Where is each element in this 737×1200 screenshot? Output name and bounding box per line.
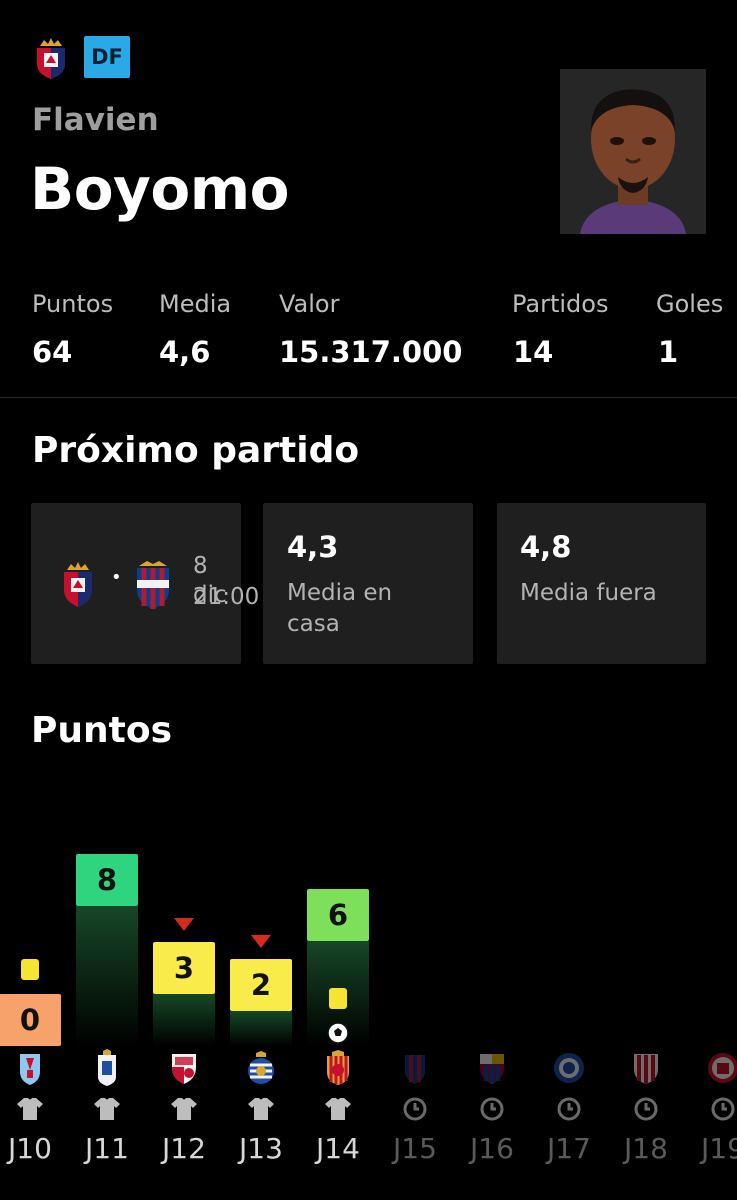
- barcelona-crest-icon: [472, 1048, 512, 1088]
- stat-value-valor: 15.317.000: [279, 335, 463, 369]
- club-crest-icon: [32, 36, 70, 80]
- points-bar[interactable]: 2: [230, 959, 292, 1011]
- next-match-card[interactable]: • 8 dic 21:00: [31, 503, 259, 664]
- stat-value-partidos: 14: [513, 335, 554, 369]
- goal-icon: [327, 1022, 349, 1048]
- stat-value-puntos: 64: [32, 335, 73, 369]
- stat-value-goles: 1: [658, 335, 679, 369]
- round-label-j13[interactable]: J13: [223, 1132, 299, 1165]
- levante-crest-icon: [395, 1048, 435, 1088]
- away-average-card: 4,8 Media fuera: [497, 503, 706, 664]
- points-bar[interactable]: 8: [76, 854, 138, 906]
- points-bar[interactable]: 3: [153, 941, 215, 994]
- round-label-j17[interactable]: J17: [531, 1132, 607, 1165]
- shirt-icon: [323, 1094, 353, 1124]
- stat-value-media: 4,6: [159, 335, 211, 369]
- player-first-name: Flavien: [32, 102, 159, 138]
- yellow-card-icon: [21, 959, 39, 980]
- round-label-j10[interactable]: J10: [0, 1132, 68, 1165]
- bar-column: [76, 906, 138, 1046]
- round-label-j19[interactable]: J19: [685, 1132, 737, 1165]
- levante-crest-icon: [133, 558, 173, 614]
- clock-icon: [554, 1094, 584, 1124]
- divider: [0, 397, 737, 398]
- oviedo-crest-icon: [87, 1048, 127, 1088]
- stat-label-valor: Valor: [279, 290, 340, 318]
- home-average-label-line2: casa: [287, 611, 340, 637]
- down-arrow-icon: [174, 917, 194, 931]
- mallorca-crest-icon: [318, 1048, 358, 1088]
- home-average-label-line1: Media en: [287, 580, 393, 606]
- athletic-crest-icon: [626, 1048, 666, 1088]
- points-bar[interactable]: 0: [0, 994, 61, 1046]
- clock-icon: [400, 1094, 430, 1124]
- round-label-j16[interactable]: J16: [454, 1132, 530, 1165]
- yellow-card-icon: [329, 988, 347, 1009]
- home-average-card: 4,3 Media en casa: [263, 503, 473, 664]
- position-badge: DF: [84, 36, 130, 78]
- round-label-j18[interactable]: J18: [608, 1132, 684, 1165]
- down-arrow-icon: [251, 935, 271, 948]
- home-average-value: 4,3: [287, 530, 339, 564]
- shirt-icon: [15, 1094, 45, 1124]
- player-photo: [560, 69, 706, 234]
- stat-label-puntos: Puntos: [32, 290, 114, 318]
- round-label-j11[interactable]: J11: [69, 1132, 145, 1165]
- clock-icon: [631, 1094, 661, 1124]
- away-average-value: 4,8: [520, 530, 572, 564]
- round-label-j12[interactable]: J12: [146, 1132, 222, 1165]
- clock-icon: [708, 1094, 737, 1124]
- bar-column: [153, 993, 215, 1046]
- next-match-title: Próximo partido: [32, 430, 360, 471]
- match-separator: •: [111, 567, 122, 588]
- stat-label-partidos: Partidos: [512, 290, 609, 318]
- points-chart: 0 J10 8 J11 3 J12 2 J13 6 J14 J15 J16 J17 J18 J19: [0, 760, 737, 1200]
- alaves-crest-icon: [549, 1048, 589, 1088]
- sevilla-crest-icon: [164, 1048, 204, 1088]
- away-average-label: Media fuera: [520, 580, 657, 606]
- points-title: Puntos: [31, 710, 173, 751]
- bar-column: [230, 1011, 292, 1046]
- osasuna-crest-icon: [59, 560, 97, 612]
- real-sociedad-crest-icon: [241, 1048, 281, 1088]
- stat-label-goles: Goles: [656, 290, 724, 318]
- shirt-icon: [169, 1094, 199, 1124]
- girona-crest-icon: [703, 1048, 737, 1088]
- shirt-icon: [246, 1094, 276, 1124]
- celta-crest-icon: [10, 1048, 50, 1088]
- shirt-icon: [92, 1094, 122, 1124]
- clock-icon: [477, 1094, 507, 1124]
- match-time: 21:00: [193, 584, 260, 610]
- round-label-j14[interactable]: J14: [300, 1132, 376, 1165]
- stat-label-media: Media: [159, 290, 232, 318]
- player-last-name: Boyomo: [30, 155, 290, 223]
- points-bar[interactable]: 6: [307, 889, 369, 941]
- round-label-j15[interactable]: J15: [377, 1132, 453, 1165]
